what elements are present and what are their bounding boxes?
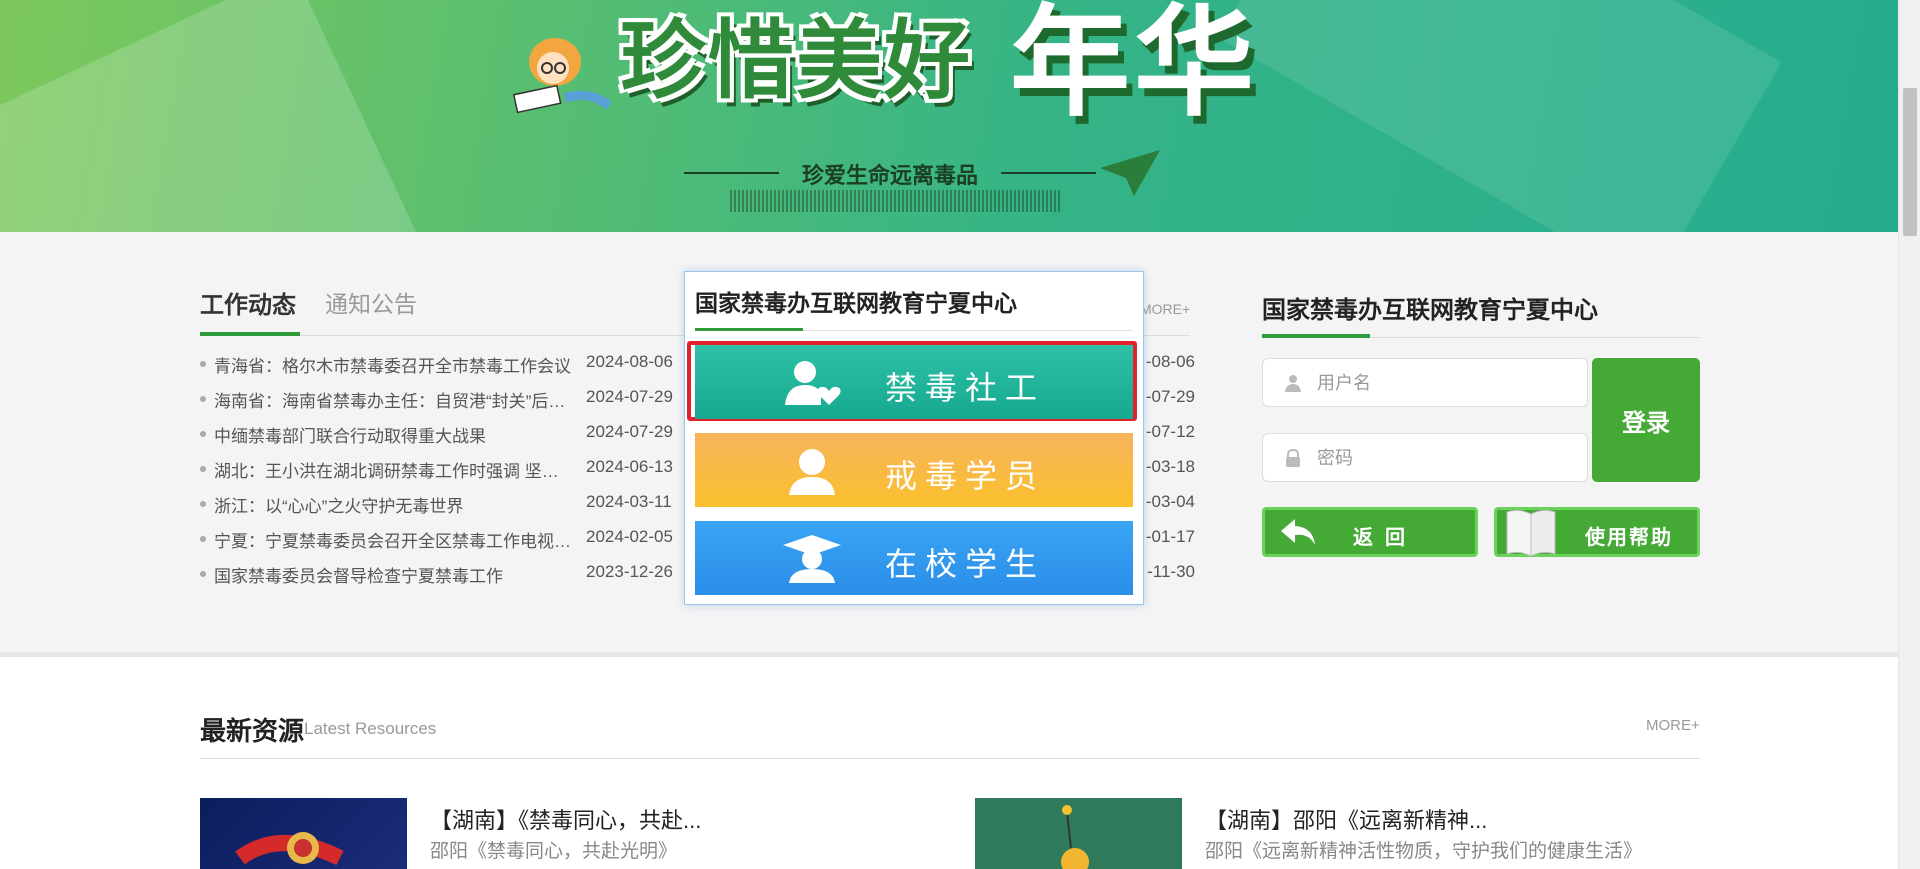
divider <box>200 758 1700 759</box>
news-title[interactable]: 青海省：格尔木市禁毒委召开全市禁毒工作会议 <box>214 352 574 377</box>
bullet-dot <box>200 571 206 577</box>
cartoon-image <box>1061 805 1089 869</box>
resource-description: 邵阳《禁毒同心，共赴光明》 <box>430 841 678 862</box>
resources-subtitle: Latest Resources <box>304 719 437 738</box>
bullet-dot <box>200 536 206 542</box>
news-date: 2024-07-29 <box>586 422 673 441</box>
news-date: 2024-02-05 <box>586 527 673 546</box>
resource-thumbnail[interactable] <box>200 798 407 869</box>
role-social-worker-button[interactable]: 禁毒社工 <box>695 345 1133 419</box>
banner-title-line: 珍惜美好 <box>620 11 972 111</box>
bullet-dot <box>200 361 206 367</box>
bullet-dot <box>200 431 206 437</box>
role-student-button[interactable]: 在校学生 <box>695 521 1133 595</box>
news-item[interactable]: 浙江：以“心心”之火守护无毒世界 2024-03-11 <box>200 492 680 527</box>
news-item[interactable]: 宁夏：宁夏禁毒委员会召开全区禁毒工作电视电话会议 2024-02-05 <box>200 527 680 562</box>
back-label: 返回 <box>1353 527 1417 549</box>
active-tab-indicator <box>200 332 300 336</box>
bullet-dot <box>200 501 206 507</box>
username-input[interactable] <box>1315 359 1579 408</box>
news-title[interactable]: 湖北：王小洪在湖北调研禁毒工作时强调 坚决打赢 <box>214 457 574 482</box>
login-title: 国家禁毒办互联网教育宁夏中心 <box>1262 297 1598 324</box>
user-icon <box>1285 375 1301 392</box>
resource-description: 邵阳《远离新精神活性物质，守护我们的健康生活》 <box>1205 841 1643 862</box>
news-date: 2024-06-13 <box>586 457 673 476</box>
news-title[interactable]: 国家禁毒委员会督导检查宁夏禁毒工作 <box>214 562 574 587</box>
news-title[interactable]: 宁夏：宁夏禁毒委员会召开全区禁毒工作电视电话会议 <box>214 527 574 552</box>
role-label: 在校学生 <box>885 546 1046 582</box>
reading-girl-illustration <box>512 38 612 114</box>
banner-title-big: 年华 <box>1010 0 1258 133</box>
trainee-icon <box>789 449 835 495</box>
notice-date: -03-18 <box>1145 457 1195 476</box>
news-date: 2024-07-29 <box>586 387 673 406</box>
login-button[interactable]: 登录 <box>1592 358 1700 482</box>
notice-date: -07-12 <box>1145 422 1195 441</box>
news-title[interactable]: 中缅禁毒部门联合行动取得重大战果 <box>214 422 574 447</box>
role-trainee-button[interactable]: 戒毒学员 <box>695 433 1133 507</box>
police-emblem-image <box>235 832 344 866</box>
news-item[interactable]: 国家禁毒委员会督导检查宁夏禁毒工作 2023-12-26 <box>200 562 680 597</box>
title-underline <box>1262 334 1370 338</box>
role-select-popup: 国家禁毒办互联网教育宁夏中心 禁毒社工 戒毒学员 在校学生 <box>684 271 1144 605</box>
news-item[interactable]: 海南省：海南省禁毒办主任：自贸港“封关”后禁毒工作 2024-07-29 <box>200 387 680 422</box>
role-label: 戒毒学员 <box>885 458 1046 494</box>
book-icon <box>1506 509 1556 557</box>
role-label: 禁毒社工 <box>885 370 1046 406</box>
bullet-dot <box>200 396 206 402</box>
banner-slogan: 珍爱生命远离毒品 <box>684 158 1096 190</box>
resource-thumbnail[interactable] <box>975 798 1182 869</box>
page-scrollbar[interactable] <box>1898 0 1920 869</box>
back-arrow-icon <box>1281 519 1315 545</box>
graduate-icon <box>783 535 841 583</box>
username-field <box>1262 358 1588 408</box>
notice-date: -11-30 <box>1147 562 1195 581</box>
news-date: 2024-03-11 <box>586 492 672 511</box>
news-item[interactable]: 青海省：格尔木市禁毒委召开全市禁毒工作会议 2024-08-06 <box>200 352 680 387</box>
password-input[interactable] <box>1315 434 1579 483</box>
notice-date: -08-06 <box>1145 352 1195 371</box>
help-label: 使用帮助 <box>1585 527 1673 549</box>
news-date: 2023-12-26 <box>586 562 673 581</box>
news-title[interactable]: 浙江：以“心心”之火守护无毒世界 <box>214 492 574 517</box>
news-date: 2024-08-06 <box>586 352 673 371</box>
social-worker-icon <box>785 361 841 405</box>
popup-title: 国家禁毒办互联网教育宁夏中心 <box>695 290 1017 316</box>
banner-decor-shape <box>0 0 420 232</box>
help-button[interactable]: 使用帮助 <box>1494 507 1700 557</box>
notice-date: -07-29 <box>1145 387 1195 406</box>
banner-decor-shape <box>1218 0 1782 232</box>
lock-icon <box>1286 449 1300 467</box>
news-title[interactable]: 海南省：海南省禁毒办主任：自贸港“封关”后禁毒工作 <box>214 387 574 412</box>
news-item[interactable]: 湖北：王小洪在湖北调研禁毒工作时强调 坚决打赢 2024-06-13 <box>200 457 680 492</box>
paper-plane-icon <box>1100 150 1160 196</box>
tab-notices[interactable]: 通知公告 <box>325 285 417 319</box>
banner-fine-print <box>730 190 1060 212</box>
news-list: 青海省：格尔木市禁毒委召开全市禁毒工作会议 2024-08-06 海南省：海南省禁… <box>200 352 680 597</box>
resource-headline[interactable]: 【湖南】《禁毒同心，共赴... <box>430 803 701 835</box>
news-more-link[interactable]: MORE+ <box>1140 301 1190 317</box>
tab-work-updates[interactable]: 工作动态 <box>200 285 296 320</box>
title-underline <box>695 328 803 331</box>
scrollbar-thumb[interactable] <box>1903 88 1917 236</box>
password-field <box>1262 433 1588 483</box>
resource-headline[interactable]: 【湖南】邵阳《远离新精神... <box>1205 803 1487 835</box>
bullet-dot <box>200 466 206 472</box>
resources-title: 最新资源 <box>200 716 305 746</box>
notice-date-column: -08-06 -07-29 -07-12 -03-18 -03-04 -01-1… <box>1135 352 1195 597</box>
news-item[interactable]: 中缅禁毒部门联合行动取得重大战果 2024-07-29 <box>200 422 680 457</box>
notice-date: -03-04 <box>1145 492 1195 511</box>
resources-more-link[interactable]: MORE+ <box>1646 717 1700 734</box>
hero-banner: 珍惜美好 年华 珍爱生命远离毒品 <box>0 0 1898 232</box>
back-button[interactable]: 返回 <box>1262 507 1478 557</box>
notice-date: -01-17 <box>1145 527 1195 546</box>
